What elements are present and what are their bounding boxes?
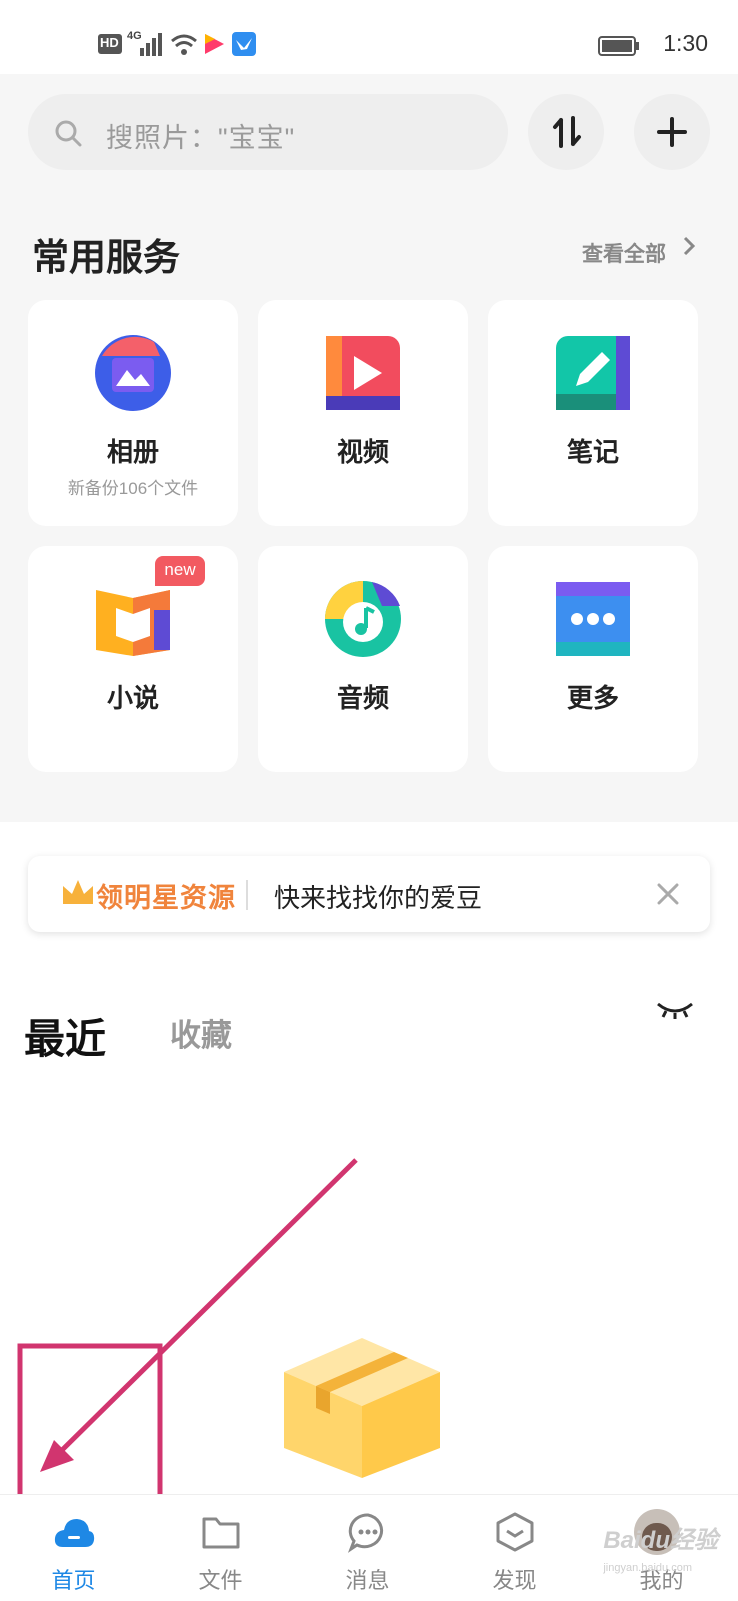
tab-favorites[interactable]: 收藏 (170, 1010, 232, 1055)
card-label: 视频 (336, 437, 389, 467)
search-placeholder: 搜照片："宝宝" (106, 123, 296, 153)
hd-label: HD (100, 35, 119, 50)
discover-icon (496, 1512, 534, 1552)
audio-icon (325, 581, 401, 657)
chat-icon (347, 1513, 384, 1553)
note-icon (556, 336, 630, 410)
novel-icon (96, 590, 170, 656)
search-icon (55, 120, 82, 147)
crown-icon (63, 880, 93, 904)
service-card-more[interactable]: 更多 (488, 546, 698, 772)
card-label: 音频 (336, 683, 389, 713)
nav-messages[interactable]: 消息 (294, 1495, 441, 1601)
hd-icon: HD (98, 34, 122, 54)
status-bar: HD 4G 1:30 (0, 0, 738, 74)
add-button[interactable] (634, 94, 710, 170)
sort-arrows-icon (553, 116, 581, 148)
card-label: 笔记 (566, 437, 619, 467)
banner-brand: 领明星资源 (96, 883, 236, 913)
new-badge: new (155, 556, 205, 586)
plus-icon (657, 117, 687, 147)
service-card-novel[interactable]: 小说 (28, 546, 238, 772)
tab-recent[interactable]: 最近 (24, 1005, 106, 1065)
close-icon[interactable] (656, 882, 680, 906)
bird-app-icon (232, 32, 256, 56)
transfer-button[interactable] (528, 94, 604, 170)
more-icon (556, 582, 630, 656)
banner-text: 快来找找你的爱豆 (274, 883, 483, 913)
promo-banner[interactable]: 领明星资源 快来找找你的爱豆 (28, 856, 710, 932)
folder-icon (202, 1517, 240, 1549)
video-icon (326, 336, 400, 410)
service-card-notes[interactable]: 笔记 (488, 300, 698, 526)
cloud-home-icon (54, 1519, 95, 1547)
eye-closed-icon[interactable] (656, 1000, 694, 1020)
signal-icon (140, 33, 162, 56)
video-app-icon (205, 34, 224, 54)
view-all-link[interactable]: 查看全部 (582, 238, 666, 268)
service-card-audio[interactable]: 音频 (258, 546, 468, 772)
search-input[interactable]: 搜照片："宝宝" (28, 94, 508, 170)
card-label: 小说 (106, 683, 159, 713)
battery-icon (598, 36, 639, 56)
service-card-album[interactable]: 相册 新备份106个文件 (28, 300, 238, 526)
nav-label: 发现 (492, 1568, 537, 1593)
nav-home[interactable]: 首页 (0, 1495, 147, 1601)
watermark: Baidu经验 (603, 1527, 718, 1554)
card-subtitle: 新备份106个文件 (67, 479, 199, 498)
album-icon (95, 335, 171, 411)
nav-label: 消息 (345, 1568, 390, 1593)
service-card-video[interactable]: 视频 (258, 300, 468, 526)
nav-label: 文件 (198, 1568, 243, 1593)
status-time: 1:30 (663, 30, 708, 56)
services-title: 常用服务 (32, 237, 180, 278)
nav-discover[interactable]: 发现 (441, 1495, 588, 1601)
card-label: 更多 (566, 683, 619, 713)
card-label: 相册 (106, 437, 159, 467)
chevron-right-icon[interactable] (682, 236, 696, 256)
banner-divider (246, 880, 248, 910)
nav-files[interactable]: 文件 (147, 1495, 294, 1601)
watermark-url: jingyan.baidu.com (603, 1562, 692, 1574)
wifi-icon (171, 34, 197, 55)
nav-label: 首页 (51, 1568, 96, 1593)
